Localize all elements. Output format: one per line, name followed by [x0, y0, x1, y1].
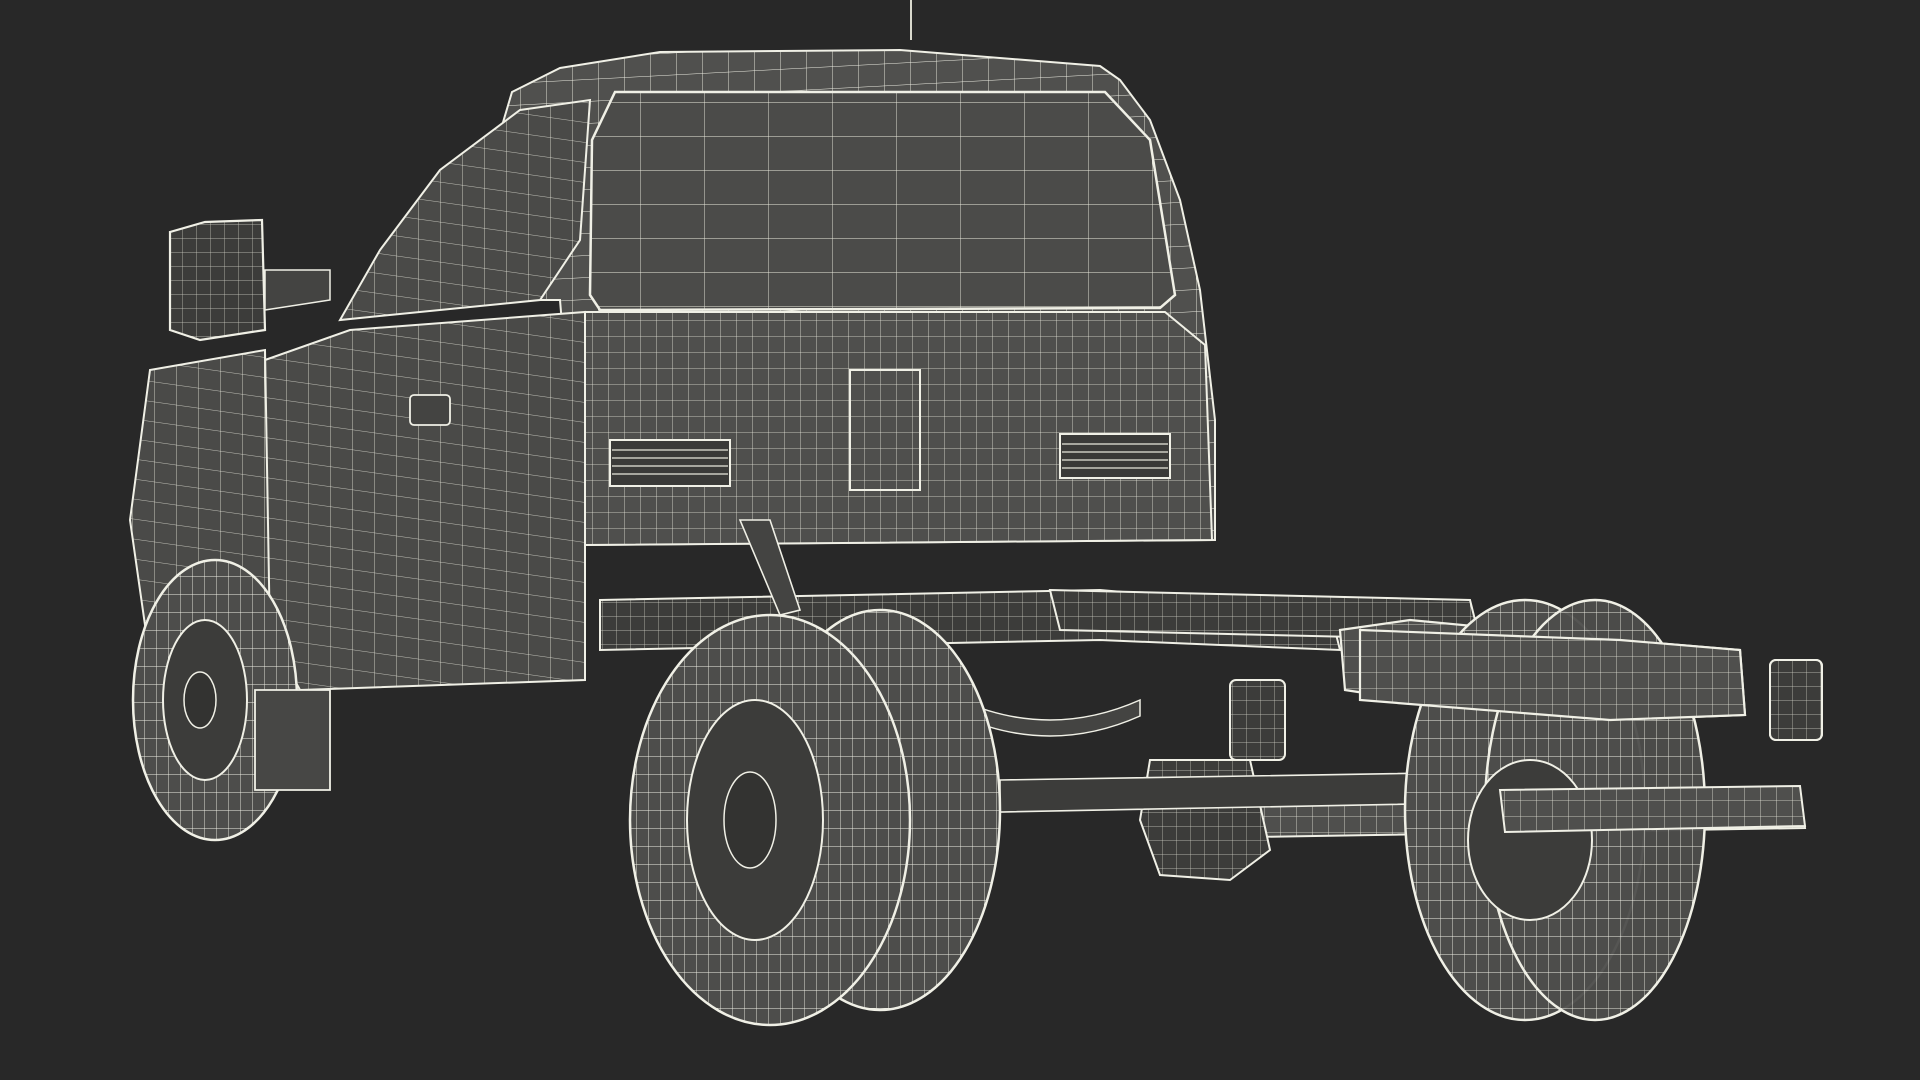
rear-pipe-front [1498, 784, 1807, 834]
rear-right-rim [1467, 759, 1593, 921]
rear-vent-left [609, 439, 731, 487]
mud-flap [254, 689, 331, 791]
rear-vent-right [1059, 433, 1171, 479]
side-mirror [168, 218, 267, 342]
render-viewport [0, 0, 1920, 1080]
rear-left-hub [723, 771, 777, 869]
cab-side-body [260, 310, 586, 692]
front-hub [183, 671, 217, 729]
rear-light-center [1229, 679, 1286, 761]
rear-light-right-front [1769, 659, 1823, 741]
rear-left-dual-wheels [628, 608, 1002, 1027]
door-handle [409, 394, 451, 426]
rear-crossmember-front [1358, 628, 1747, 722]
truck-wireframe-render [128, 0, 1823, 1027]
rear-window [588, 90, 1177, 312]
mirror-arm [264, 269, 331, 311]
rear-panel [584, 311, 1214, 547]
